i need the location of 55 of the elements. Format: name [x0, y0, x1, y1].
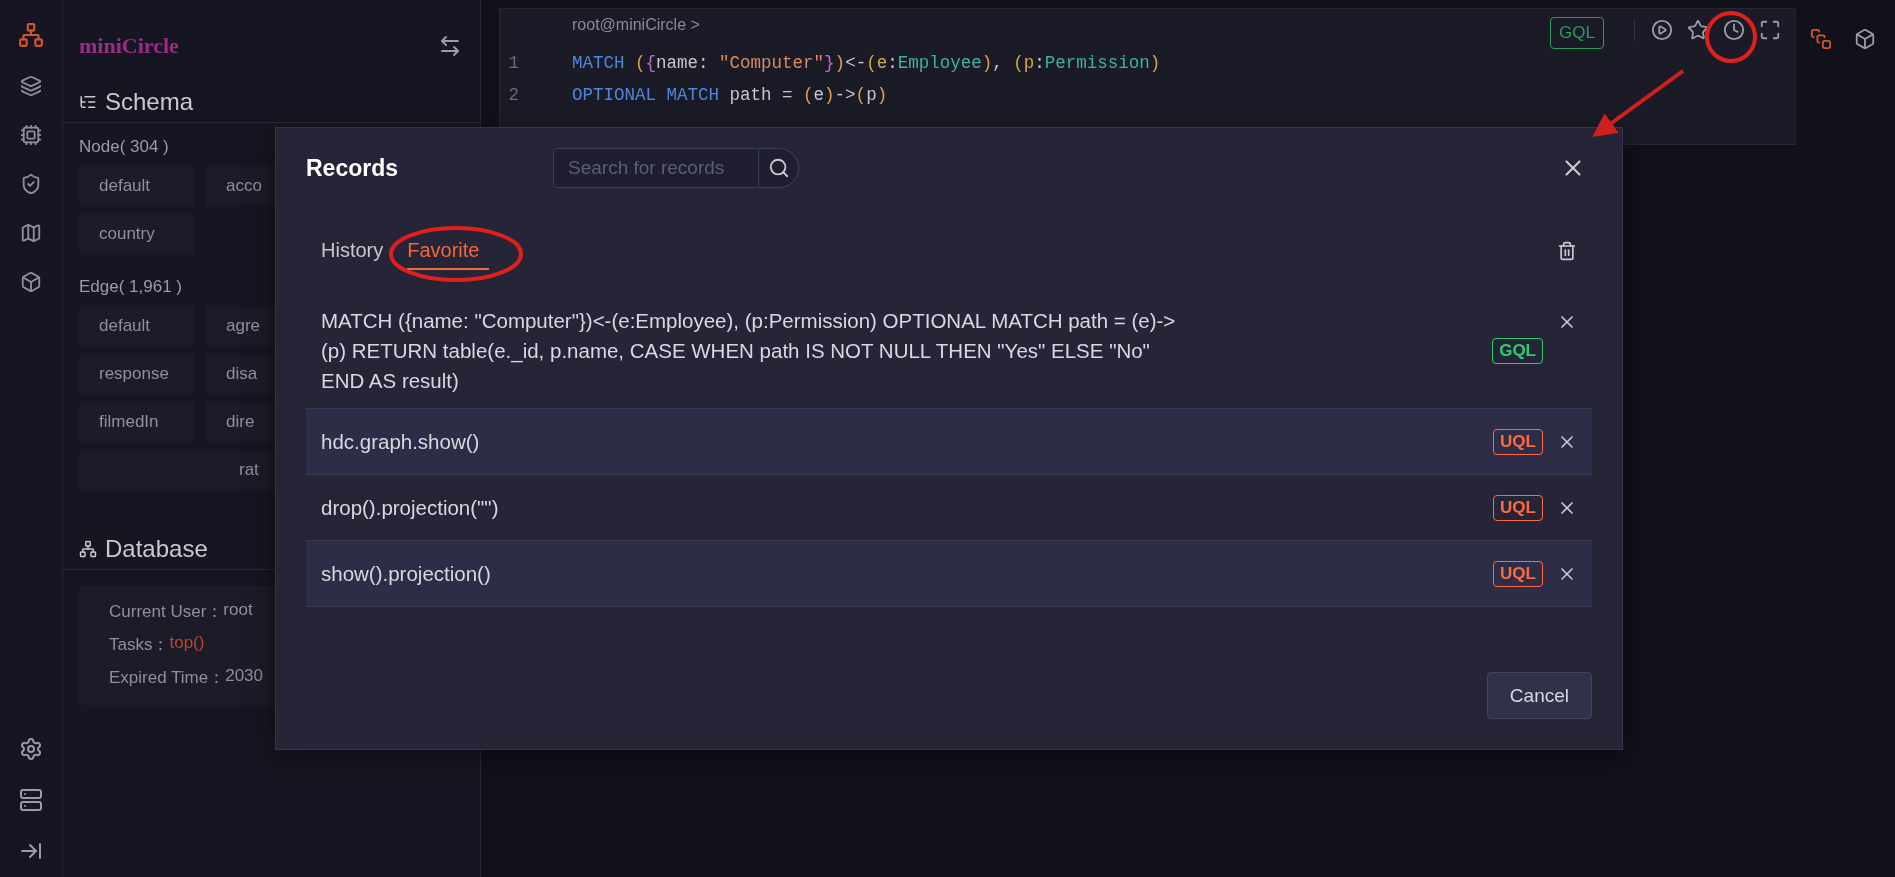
layers-icon[interactable] [20, 75, 42, 97]
search-button[interactable] [759, 148, 799, 188]
language-tag: GQL [1492, 338, 1543, 364]
shield-icon[interactable] [20, 173, 42, 195]
line-number: 1 [507, 53, 520, 73]
record-row[interactable]: hdc.graph.show() UQL [306, 409, 1592, 475]
language-tag: UQL [1493, 428, 1543, 455]
info-value: 2030 [225, 666, 264, 687]
code-line: MATCH ({name: "Computer"})<-(e:Employee), (p:Permission) [572, 53, 1161, 73]
info-label: Current User： [109, 601, 224, 623]
run-icon[interactable] [1651, 19, 1673, 41]
info-label: Expired Time： [109, 667, 226, 689]
cube-icon[interactable] [20, 271, 42, 293]
fullscreen-icon[interactable] [1759, 19, 1781, 41]
star-icon[interactable] [1687, 19, 1709, 41]
cancel-button[interactable]: Cancel [1486, 672, 1592, 719]
language-tag: UQL [1493, 560, 1543, 587]
code-line: OPTIONAL MATCH path = (e)->(p) [572, 85, 888, 105]
history-icon[interactable] [1723, 19, 1745, 41]
trash-icon [1557, 241, 1577, 261]
info-label: Tasks： [109, 634, 170, 656]
line-number: 2 [507, 85, 520, 105]
label-chip[interactable]: default [79, 307, 194, 345]
label-chip[interactable]: country [79, 215, 194, 253]
map-icon[interactable] [20, 222, 42, 244]
annotation-circle [1705, 11, 1757, 63]
settings-icon[interactable] [19, 737, 43, 761]
info-value: root [223, 600, 253, 621]
label-chip[interactable]: response [79, 355, 194, 393]
records-tab[interactable]: Favorite [407, 232, 490, 270]
panel-icon[interactable] [1810, 28, 1832, 50]
language-tag[interactable]: GQL [1550, 17, 1604, 49]
server-icon[interactable] [19, 788, 43, 812]
prompt-text: root@miniCircle > [572, 16, 701, 34]
query-text: drop().projection("") [321, 494, 500, 521]
app-logo: miniCircle [79, 33, 179, 59]
search-icon [767, 157, 790, 179]
section-title: Database [105, 535, 208, 563]
swap-icon[interactable] [438, 34, 462, 58]
search-field[interactable]: Search for records [553, 148, 759, 188]
record-row[interactable]: show().projection() UQL [306, 541, 1592, 607]
language-tag: UQL [1493, 494, 1543, 521]
delete-button[interactable] [1557, 241, 1577, 261]
tasks-link[interactable]: top() [169, 633, 205, 656]
schema-icon [79, 93, 97, 111]
edge-count: Edge( 1,961 ) [78, 276, 183, 298]
label-chip[interactable]: default [79, 167, 194, 205]
query-text: show().projection() [321, 560, 492, 587]
records-tab[interactable]: History [321, 232, 394, 270]
section-title: Schema [105, 88, 194, 116]
cube-icon[interactable] [1854, 28, 1876, 50]
chip-icon[interactable] [20, 124, 42, 146]
label-chip[interactable]: filmedIn [79, 403, 194, 441]
query-text: MATCH ({name: "Computer"})<-(e:Employee), (p:Permission) OPTIONAL MATCH path = (e)->(p) RETURN table(e._id, p.name, CASE WHEN path IS NOT NULL THEN "Yes" ELSE "No" END AS result) [321, 308, 1177, 394]
graph-icon[interactable] [18, 22, 44, 48]
